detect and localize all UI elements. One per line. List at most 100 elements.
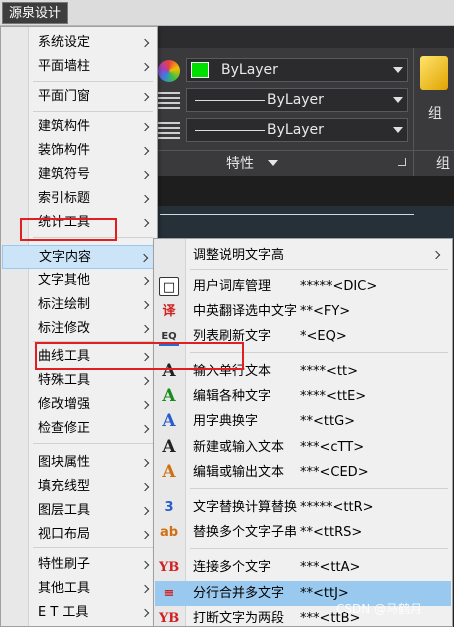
chevron-right-icon	[140, 608, 150, 618]
chevron-right-icon	[140, 458, 150, 468]
chevron-right-icon	[140, 400, 150, 410]
menu-item[interactable]: 图块属性	[2, 451, 157, 475]
submenu-item[interactable]: 调整说明文字高	[155, 243, 451, 268]
ribbon-tab-strip	[152, 26, 454, 48]
submenu-item[interactable]: 3 文字替换计算替换 *****<ttR>	[155, 495, 451, 520]
chevron-right-icon	[140, 506, 150, 516]
menu-item-label: 其他工具	[38, 581, 91, 596]
join-text-icon: YB	[159, 560, 180, 575]
command-shortcut: **<ttRS>	[300, 525, 363, 540]
menu-item[interactable]: E T 工具	[2, 601, 157, 625]
chevron-right-icon	[140, 170, 150, 180]
submenu-item[interactable]: 译 中英翻译选中文字 **<FY>	[155, 299, 451, 324]
chevron-right-icon	[140, 92, 150, 102]
command-shortcut: ****<ttE>	[300, 389, 367, 404]
menu-item[interactable]: 平面墙柱	[2, 55, 157, 79]
submenu-item[interactable]: □ 用户词库管理 *****<DIC>	[155, 274, 451, 299]
submenu-item-label: 新建或输入文本	[193, 440, 285, 455]
menu-item-label: 特殊工具	[38, 373, 91, 388]
submenu-item[interactable]: ab 替换多个文字子串 **<ttRS>	[155, 520, 451, 545]
menu-item[interactable]: 检查修正	[2, 417, 157, 441]
chevron-down-icon[interactable]	[268, 160, 278, 166]
properties-panel-title[interactable]: 特性	[226, 153, 254, 173]
chevron-down-icon	[393, 97, 403, 103]
menu-item-label: E T 工具	[38, 605, 89, 620]
submenu-item[interactable]: YB 连接多个文字 ***<ttA>	[155, 555, 451, 580]
submenu-item-label: 中英翻译选中文字	[193, 304, 298, 319]
menu-item[interactable]: 文字内容	[2, 245, 157, 269]
submenu-item[interactable]: A 编辑或输出文本 ***<CED>	[155, 460, 451, 485]
menu-item[interactable]: 装饰构件	[2, 139, 157, 163]
dictionary-icon: A	[162, 411, 176, 431]
chevron-right-icon	[140, 560, 150, 570]
menu-item[interactable]: 图层工具	[2, 499, 157, 523]
menu-item[interactable]: 填充线型	[2, 475, 157, 499]
dialog-launcher-icon[interactable]	[398, 158, 406, 166]
highlight-box-split-merge	[35, 342, 244, 370]
command-shortcut: ***<cTT>	[300, 440, 365, 455]
app-menu-yuanquan[interactable]: 源泉设计	[2, 2, 69, 24]
menu-separator	[190, 548, 448, 549]
submenu-item-label: 连接多个文字	[193, 560, 272, 575]
line-preview	[195, 100, 265, 101]
color-swatch	[191, 62, 209, 78]
menu-item-label: 建筑符号	[38, 167, 91, 182]
command-shortcut: ***<ttA>	[300, 560, 361, 575]
command-shortcut: **<FY>	[300, 304, 351, 319]
submenu-item-label: 打断文字为两段	[193, 611, 285, 626]
menu-item-label: 修改增强	[38, 397, 91, 412]
menu-item[interactable]: 标注绘制	[2, 293, 157, 317]
lineweight-combo[interactable]: ByLayer	[186, 118, 408, 142]
linetype-combo[interactable]: ByLayer	[186, 88, 408, 112]
chevron-right-icon	[140, 376, 150, 386]
menu-item[interactable]: 视口布局	[2, 523, 157, 547]
submenu-item[interactable]: A 编辑各种文字 ****<ttE>	[155, 384, 451, 409]
group-button-label[interactable]: 组	[428, 103, 442, 123]
chevron-right-icon	[140, 482, 150, 492]
menu-item[interactable]: 建筑构件	[2, 115, 157, 139]
menu-item[interactable]: 平面门窗	[2, 85, 157, 109]
command-shortcut: ****<tt>	[300, 364, 358, 379]
menu-item[interactable]: 系统设定	[2, 31, 157, 55]
color-combo[interactable]: ByLayer	[186, 58, 408, 82]
calc-replace-icon: 3	[164, 500, 174, 515]
chevron-right-icon	[140, 122, 150, 132]
chevron-right-icon	[140, 584, 150, 594]
submenu-item-label: 编辑各种文字	[193, 389, 272, 404]
submenu-item-label: 用户词库管理	[193, 279, 272, 294]
menu-item-label: 检查修正	[38, 421, 91, 436]
menu-item-label: 系统设定	[38, 35, 91, 50]
menu-item-label: 装饰构件	[38, 143, 91, 158]
color-wheel-icon[interactable]	[158, 60, 180, 82]
menu-item[interactable]: 索引标题	[2, 187, 157, 211]
chevron-right-icon	[140, 324, 150, 334]
menu-item[interactable]: 文字其他	[2, 269, 157, 293]
menu-item-label: 标注绘制	[38, 297, 91, 312]
command-shortcut: **<ttG>	[300, 414, 356, 429]
submenu-item[interactable]: A 用字典换字 **<ttG>	[155, 409, 451, 434]
split-merge-icon: ≡	[163, 586, 175, 601]
linetype-icon[interactable]	[158, 92, 180, 110]
drawing-line	[160, 214, 414, 215]
menu-item-label: 标注修改	[38, 321, 91, 336]
group-icon[interactable]	[420, 56, 448, 90]
command-shortcut: *****<ttR>	[300, 500, 374, 515]
menu-item[interactable]: 建筑符号	[2, 163, 157, 187]
book-icon: □	[159, 277, 179, 296]
menu-item[interactable]: 修改增强	[2, 393, 157, 417]
new-text-icon: A	[162, 437, 176, 457]
menu-separator	[33, 443, 153, 444]
export-text-icon: A	[162, 462, 176, 482]
chevron-right-icon	[140, 424, 150, 434]
menu-item[interactable]: 特殊工具	[2, 369, 157, 393]
menu-item[interactable]: 特性刷子	[2, 553, 157, 577]
lineweight-icon[interactable]	[158, 122, 180, 140]
chevron-down-icon	[393, 127, 403, 133]
chevron-right-icon	[139, 253, 149, 263]
menu-item[interactable]: 其他工具	[2, 577, 157, 601]
submenu-item[interactable]: A 新建或输入文本 ***<cTT>	[155, 435, 451, 460]
menu-item[interactable]: 标注修改	[2, 317, 157, 341]
chevron-down-icon	[393, 67, 403, 73]
replace-multi-icon: ab	[159, 525, 179, 540]
translate-icon: 译	[162, 304, 176, 319]
